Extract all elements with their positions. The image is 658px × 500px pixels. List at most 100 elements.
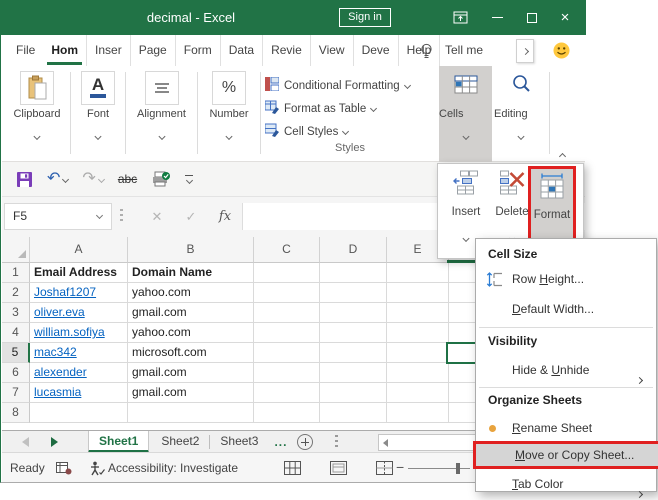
sheet-tab-sheet2[interactable]: Sheet2 xyxy=(151,431,209,453)
font-group[interactable]: A Font xyxy=(71,66,125,162)
sign-in-button[interactable]: Sign in xyxy=(339,8,391,27)
name-box[interactable]: F5 xyxy=(4,203,112,230)
zoom-slider-handle[interactable] xyxy=(456,463,460,474)
menu-item-row-height[interactable]: Row Height... xyxy=(476,267,656,291)
sheet-tab-sheet1[interactable]: Sheet1 xyxy=(88,431,149,453)
grid-cell[interactable] xyxy=(320,383,387,403)
grid-cell[interactable] xyxy=(320,363,387,383)
grid-cell[interactable]: oliver.eva xyxy=(30,303,128,323)
tab-home[interactable]: Hom xyxy=(43,35,87,66)
ribbon-display-options-icon[interactable] xyxy=(447,0,473,35)
tab-formulas[interactable]: Form xyxy=(176,35,221,66)
grid-cell[interactable]: Joshaf1207 xyxy=(30,283,128,303)
grid-cell[interactable]: gmail.com xyxy=(128,383,254,403)
cells-group-button[interactable]: Cells xyxy=(439,66,492,162)
select-all-corner[interactable] xyxy=(2,237,30,263)
menu-item-move-or-copy-sheet[interactable]: Move or Copy Sheet... xyxy=(473,441,658,469)
grid-cell[interactable] xyxy=(320,343,387,363)
clipboard-group[interactable]: Clipboard xyxy=(5,66,69,162)
grid-cell[interactable] xyxy=(387,403,449,423)
column-header[interactable]: A xyxy=(30,237,128,263)
row-header[interactable]: 2 xyxy=(2,283,30,303)
insert-function-icon[interactable]: fx xyxy=(208,203,242,230)
grid-cell[interactable] xyxy=(128,403,254,423)
menu-item-tab-color[interactable]: Tab Color xyxy=(476,472,656,496)
row-header[interactable]: 3 xyxy=(2,303,30,323)
tab-review[interactable]: Revie xyxy=(263,35,311,66)
macro-record-icon[interactable] xyxy=(56,461,72,480)
accessibility-icon[interactable] xyxy=(90,461,105,481)
tab-page-layout[interactable]: Page xyxy=(131,35,176,66)
quick-print-icon[interactable] xyxy=(151,171,171,188)
grid-cell[interactable]: yahoo.com xyxy=(128,323,254,343)
grid-cell[interactable]: yahoo.com xyxy=(128,283,254,303)
page-break-view-icon[interactable] xyxy=(376,461,393,480)
minimize-button[interactable] xyxy=(484,0,510,35)
grid-cell[interactable] xyxy=(387,263,449,283)
column-header[interactable]: B xyxy=(128,237,254,263)
grid-cell[interactable] xyxy=(387,383,449,403)
grid-cell[interactable] xyxy=(320,323,387,343)
accessibility-status[interactable]: Accessibility: Investigate xyxy=(108,453,238,483)
strikethrough-button[interactable]: abc xyxy=(118,172,137,186)
grid-cell[interactable]: mac342 xyxy=(30,343,128,363)
normal-view-icon[interactable] xyxy=(284,461,301,480)
row-header[interactable]: 6 xyxy=(2,363,30,383)
cell-styles-button[interactable]: Cell Styles xyxy=(265,120,441,143)
number-group[interactable]: % Number xyxy=(198,66,260,162)
grid-cell[interactable] xyxy=(320,303,387,323)
grid-cell[interactable]: Domain Name xyxy=(128,263,254,283)
grid-cell[interactable] xyxy=(254,323,320,343)
grid-cell[interactable] xyxy=(320,283,387,303)
row-header[interactable]: 8 xyxy=(2,403,30,423)
grid-cell[interactable] xyxy=(254,263,320,283)
close-button[interactable]: × xyxy=(552,0,578,35)
column-header[interactable]: D xyxy=(320,237,387,263)
grid-cell[interactable] xyxy=(320,263,387,283)
grid-cell[interactable] xyxy=(254,383,320,403)
selected-cell-f5[interactable] xyxy=(446,342,478,364)
tab-data[interactable]: Data xyxy=(221,35,263,66)
sheet-options-icon[interactable] xyxy=(335,435,338,448)
row-header[interactable]: 5 xyxy=(2,343,30,363)
menu-item-hide-unhide[interactable]: Hide & Unhide xyxy=(476,358,656,382)
grid-cell[interactable] xyxy=(320,403,387,423)
grid-cell[interactable]: gmail.com xyxy=(128,363,254,383)
row-header[interactable]: 7 xyxy=(2,383,30,403)
sheet-nav-left-icon[interactable] xyxy=(22,437,29,447)
scroll-left-icon[interactable] xyxy=(383,439,388,447)
tell-me-box[interactable]: Tell me xyxy=(445,35,483,66)
undo-button[interactable]: ↶ xyxy=(47,171,68,187)
ribbon-more-button[interactable] xyxy=(516,39,534,63)
sheet-tab-sheet3[interactable]: Sheet3 xyxy=(210,431,268,453)
sheet-nav-right-icon[interactable] xyxy=(51,437,58,447)
more-sheets-label[interactable]: ... xyxy=(274,435,287,449)
menu-item-default-width[interactable]: Default Width... xyxy=(476,297,656,321)
grid-cell[interactable] xyxy=(254,363,320,383)
grid-cell[interactable] xyxy=(387,283,449,303)
conditional-formatting-button[interactable]: Conditional Formatting xyxy=(265,74,441,97)
editing-group-button[interactable]: Editing xyxy=(494,66,547,162)
row-header[interactable]: 1 xyxy=(2,263,30,283)
grid-cell[interactable] xyxy=(387,363,449,383)
alignment-group[interactable]: Alignment xyxy=(126,66,197,162)
grid-cell[interactable]: Email Address xyxy=(30,263,128,283)
enter-icon[interactable]: ✓ xyxy=(174,203,208,230)
grid-cell[interactable] xyxy=(254,403,320,423)
tab-view[interactable]: View xyxy=(311,35,354,66)
grid-cell[interactable] xyxy=(30,403,128,423)
grid-cell[interactable] xyxy=(254,303,320,323)
save-button[interactable] xyxy=(16,171,33,188)
feedback-smiley-icon[interactable] xyxy=(553,42,570,64)
grid-cell[interactable] xyxy=(254,283,320,303)
redo-button[interactable]: ↷ xyxy=(82,171,103,187)
grid-cell[interactable] xyxy=(387,323,449,343)
qat-customize-icon[interactable] xyxy=(185,175,193,183)
row-header[interactable]: 4 xyxy=(2,323,30,343)
zoom-slider-track[interactable] xyxy=(408,468,470,469)
grid-cell[interactable]: lucasmia xyxy=(30,383,128,403)
zoom-out-icon[interactable]: − xyxy=(396,453,404,482)
grid-cell[interactable] xyxy=(254,343,320,363)
tab-developer[interactable]: Deve xyxy=(354,35,399,66)
maximize-button[interactable] xyxy=(519,0,545,35)
